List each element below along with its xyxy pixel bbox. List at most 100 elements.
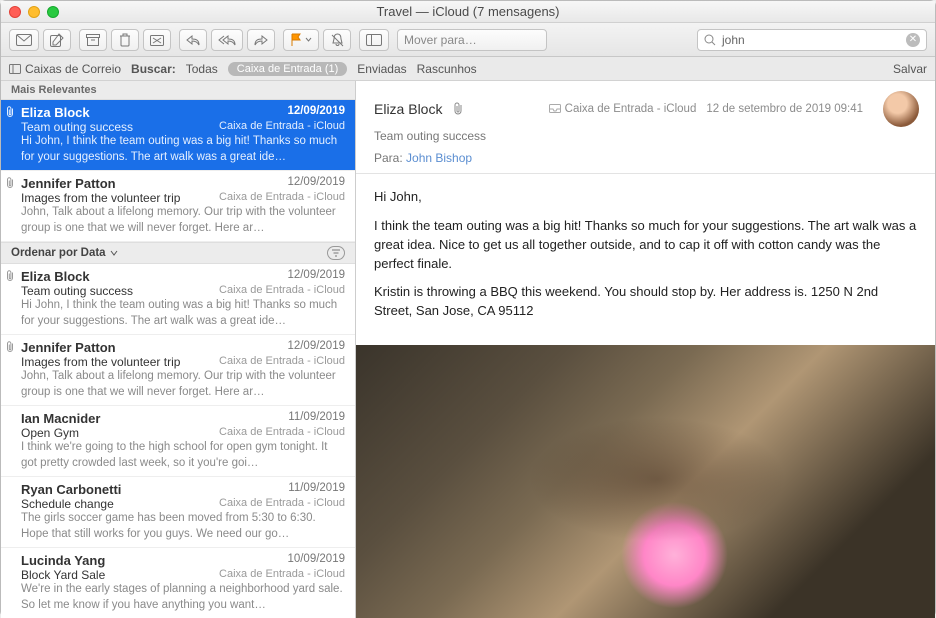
reader-from: Eliza Block <box>374 101 442 117</box>
reader-body: Hi John, I think the team outing was a b… <box>356 174 935 345</box>
delete-button[interactable] <box>111 29 139 51</box>
message-subject: Images from the volunteer trip <box>21 191 180 205</box>
flag-icon <box>290 33 302 46</box>
attachment-icon <box>5 270 15 282</box>
message-from: Ian Macnider <box>21 411 100 426</box>
reader-subject: Team outing success <box>374 129 919 143</box>
reader-image-attachment[interactable] <box>356 345 935 618</box>
mailboxes-icon <box>9 64 21 74</box>
message-row[interactable]: Eliza Block 12/09/2019 Team outing success… <box>1 100 355 171</box>
message-date: 10/09/2019 <box>287 553 345 568</box>
message-date: 11/09/2019 <box>288 411 345 426</box>
message-reader: Eliza Block Caixa de Entrada - iCloud 12… <box>356 81 935 618</box>
avatar[interactable] <box>883 91 919 127</box>
junk-icon <box>150 33 164 46</box>
clear-search-button[interactable]: ✕ <box>906 33 920 47</box>
scope-bar: Caixas de Correio Buscar: Todas Caixa de… <box>1 57 935 81</box>
message-preview: The girls soccer game has been moved fro… <box>21 511 345 541</box>
search-field[interactable]: john ✕ <box>697 29 927 51</box>
message-date: 11/09/2019 <box>288 482 345 497</box>
message-row[interactable]: Ryan Carbonetti11/09/2019Schedule change… <box>1 477 355 548</box>
message-row[interactable]: Lucinda Yang10/09/2019Block Yard SaleCai… <box>1 548 355 618</box>
bell-slash-icon <box>331 33 344 47</box>
sort-label: Ordenar por Data <box>11 247 106 259</box>
move-to-button[interactable]: Mover para… <box>397 29 547 51</box>
archive-icon <box>86 34 100 46</box>
message-date: 12/09/2019 <box>287 340 345 355</box>
message-from: Jennifer Patton <box>21 340 116 355</box>
message-row[interactable]: Jennifer Patton12/09/2019Images from the… <box>1 171 355 242</box>
archive-button[interactable] <box>79 29 107 51</box>
message-location: Caixa de Entrada - iCloud <box>219 568 345 582</box>
reader-date: 12 de setembro de 2019 09:41 <box>706 103 863 115</box>
flag-button[interactable] <box>283 29 319 51</box>
save-search-button[interactable]: Salvar <box>893 62 927 76</box>
attachment-icon <box>5 341 15 353</box>
mailboxes-label: Caixas de Correio <box>25 62 121 76</box>
reply-icon <box>186 34 200 46</box>
filter-button[interactable] <box>327 246 345 260</box>
message-subject: Open Gym <box>21 426 79 440</box>
message-subject: Team outing success <box>21 120 133 134</box>
search-scope-label: Buscar: <box>131 62 176 76</box>
sidebar-toggle-button[interactable] <box>359 29 389 51</box>
relevant-header: Mais Relevantes <box>1 81 355 100</box>
forward-button[interactable] <box>247 29 275 51</box>
scope-inbox[interactable]: Caixa de Entrada (1) <box>228 62 348 76</box>
message-preview: Hi John, I think the team outing was a b… <box>21 134 345 164</box>
message-subject: Team outing success <box>21 284 133 298</box>
compose-button[interactable] <box>43 29 71 51</box>
filter-icon <box>331 249 341 257</box>
trash-icon <box>119 33 131 47</box>
message-from: Lucinda Yang <box>21 553 105 568</box>
forward-icon <box>254 34 268 46</box>
mute-button[interactable] <box>323 29 351 51</box>
message-preview: John, Talk about a lifelong memory. Our … <box>21 205 345 235</box>
message-row[interactable]: Jennifer Patton 12/09/2019 Images from the… <box>1 335 355 406</box>
get-mail-button[interactable] <box>9 29 39 51</box>
junk-button[interactable] <box>143 29 171 51</box>
message-list: Mais Relevantes Eliza Block 12/09/2019 Tea… <box>1 81 356 618</box>
message-location: Caixa de Entrada - iCloud <box>219 191 345 205</box>
sidebar-icon <box>366 34 382 46</box>
message-date: 12/09/2019 <box>287 176 345 191</box>
titlebar: Travel — iCloud (7 mensagens) <box>1 1 935 23</box>
compose-icon <box>50 33 64 47</box>
mailboxes-button[interactable]: Caixas de Correio <box>9 62 121 76</box>
message-from: Eliza Block <box>21 269 90 284</box>
message-preview: Hi John, I think the team outing was a b… <box>21 298 345 328</box>
message-preview: I think we're going to the high school f… <box>21 440 345 470</box>
inbox-icon <box>549 104 561 113</box>
message-location: Caixa de Entrada - iCloud <box>219 426 345 440</box>
message-row[interactable]: Eliza Block 12/09/2019 Team outing success… <box>1 264 355 335</box>
body-paragraph: Hi John, <box>374 188 917 207</box>
body-paragraph: I think the team outing was a big hit! T… <box>374 217 917 274</box>
search-icon <box>704 34 716 46</box>
message-location: Caixa de Entrada - iCloud <box>219 497 345 511</box>
move-to-label: Mover para… <box>404 33 477 47</box>
chevron-down-icon <box>110 250 118 256</box>
scope-sent[interactable]: Enviadas <box>357 62 406 76</box>
reply-button[interactable] <box>179 29 207 51</box>
attachment-icon <box>5 106 15 118</box>
sort-header[interactable]: Ordenar por Data <box>1 242 355 264</box>
message-row[interactable]: Ian Macnider 11/09/2019 Open Gym Caixa de E… <box>1 406 355 477</box>
message-subject: Images from the volunteer trip <box>21 355 180 369</box>
reader-location: Caixa de Entrada - iCloud <box>549 103 696 115</box>
attachment-icon <box>452 102 464 116</box>
message-location: Caixa de Entrada - iCloud <box>219 355 345 369</box>
to-name[interactable]: John Bishop <box>406 151 472 165</box>
reply-all-button[interactable] <box>211 29 243 51</box>
scope-drafts[interactable]: Rascunhos <box>417 62 477 76</box>
message-preview: John, Talk about a lifelong memory. Our … <box>21 369 345 399</box>
main-split: Mais Relevantes Eliza Block 12/09/2019 Tea… <box>1 81 935 618</box>
reader-to: Para: John Bishop <box>374 151 919 165</box>
message-subject: Schedule change <box>21 497 114 511</box>
message-from: Eliza Block <box>21 105 90 120</box>
to-label: Para: <box>374 151 403 165</box>
scope-all[interactable]: Todas <box>186 62 218 76</box>
message-date: 12/09/2019 <box>287 269 345 284</box>
reply-all-icon <box>218 34 236 46</box>
message-date: 12/09/2019 <box>287 105 345 120</box>
body-paragraph: Kristin is throwing a BBQ this weekend. … <box>374 283 917 321</box>
